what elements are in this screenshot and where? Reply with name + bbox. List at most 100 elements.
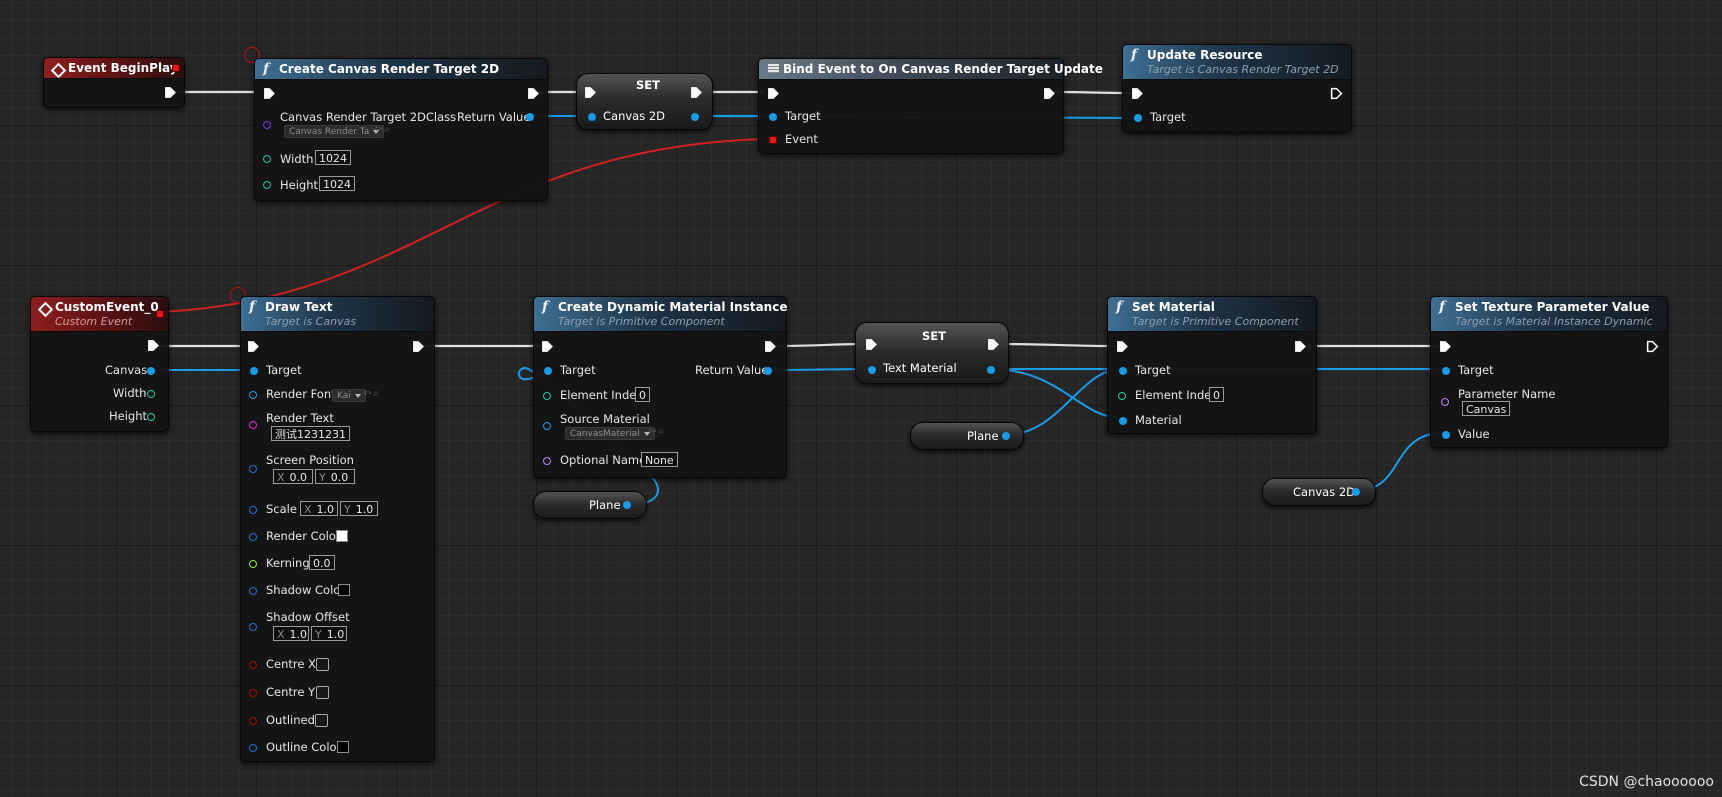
shadow-color-pin[interactable] xyxy=(249,587,257,595)
width-input[interactable]: 1024 xyxy=(315,150,351,165)
class-pin[interactable] xyxy=(263,121,271,129)
optional-name-input[interactable]: None xyxy=(641,452,678,467)
target-pin[interactable] xyxy=(250,367,258,375)
render-font-dropdown[interactable]: Kai xyxy=(332,389,366,402)
exec-out-pin-icon[interactable] xyxy=(527,87,540,100)
exec-out-pin-icon[interactable] xyxy=(987,338,1000,351)
render-color-swatch[interactable] xyxy=(336,530,348,542)
outline-color-swatch[interactable] xyxy=(337,741,349,753)
target-pin[interactable] xyxy=(769,113,777,121)
centre-y-pin[interactable] xyxy=(249,689,257,697)
outline-color-pin[interactable] xyxy=(249,744,257,752)
height-pin[interactable] xyxy=(263,181,271,189)
centre-x-checkbox[interactable] xyxy=(316,658,329,671)
optional-name-pin[interactable] xyxy=(543,457,551,465)
delegate-output-pin[interactable] xyxy=(172,64,180,72)
target-pin[interactable] xyxy=(544,367,552,375)
delegate-output-pin[interactable] xyxy=(156,310,164,318)
value-pin[interactable] xyxy=(1442,431,1450,439)
exec-in-pin-icon[interactable] xyxy=(767,87,780,100)
shadow-offset-y-input[interactable]: Y 1.0 xyxy=(311,626,347,641)
screen-position-pin[interactable] xyxy=(249,465,257,473)
class-dropdown[interactable]: Canvas Render Ta xyxy=(284,125,385,138)
node-create-canvas-render-target[interactable]: f Create Canvas Render Target 2D Canvas … xyxy=(254,58,548,201)
shadow-color-swatch[interactable] xyxy=(338,584,350,596)
browse-search-icon[interactable]: ⇦⌕ xyxy=(363,388,381,399)
width-out-pin[interactable] xyxy=(147,390,155,398)
browse-search-icon[interactable]: ⇦⌕ xyxy=(648,426,666,437)
kerning-pin[interactable] xyxy=(249,560,257,568)
scale-x-input[interactable]: X 1.0 xyxy=(300,501,338,516)
plane-out-pin[interactable] xyxy=(1002,432,1010,440)
height-input[interactable]: 1024 xyxy=(319,176,355,191)
exec-in-pin-icon[interactable] xyxy=(263,87,276,100)
node-set-canvas-2d[interactable]: SET Canvas 2D xyxy=(576,73,713,130)
render-font-pin[interactable] xyxy=(249,391,257,399)
exec-in-pin-icon[interactable] xyxy=(584,86,597,99)
exec-out-pin-icon[interactable] xyxy=(690,86,703,99)
render-text-pin[interactable] xyxy=(249,421,257,429)
element-index-input[interactable]: 0 xyxy=(635,387,650,402)
exec-in-pin-icon[interactable] xyxy=(1131,87,1144,100)
variable-plane[interactable]: Plane xyxy=(533,491,647,519)
outlined-checkbox[interactable] xyxy=(315,714,328,727)
node-set-texture-parameter-value[interactable]: f Set Texture Parameter Value Target is … xyxy=(1430,296,1668,448)
exec-in-pin-icon[interactable] xyxy=(1439,340,1452,353)
text-material-out-pin[interactable] xyxy=(987,366,995,374)
exec-in-pin-icon[interactable] xyxy=(1116,340,1129,353)
plane-out-pin[interactable] xyxy=(623,501,631,509)
scale-y-input[interactable]: Y 1.0 xyxy=(340,501,378,516)
return-value-pin[interactable] xyxy=(764,367,772,375)
centre-x-pin[interactable] xyxy=(249,661,257,669)
event-delegate-pin[interactable] xyxy=(769,136,777,144)
exec-out-pin-empty-icon[interactable] xyxy=(1646,340,1659,353)
node-update-resource[interactable]: f Update Resource Target is Canvas Rende… xyxy=(1122,44,1352,133)
variable-canvas-2d[interactable]: Canvas 2D xyxy=(1262,478,1376,506)
shadow-offset-pin[interactable] xyxy=(249,623,257,631)
element-index-pin[interactable] xyxy=(1118,392,1126,400)
height-out-pin[interactable] xyxy=(147,413,155,421)
node-create-dynamic-material-instance[interactable]: f Create Dynamic Material Instance Targe… xyxy=(533,296,787,478)
outlined-pin[interactable] xyxy=(249,717,257,725)
target-pin[interactable] xyxy=(1134,114,1142,122)
parameter-name-pin[interactable] xyxy=(1441,398,1449,406)
exec-in-pin-icon[interactable] xyxy=(541,340,554,353)
kerning-input[interactable]: 0.0 xyxy=(309,555,335,570)
exec-in-pin-icon[interactable] xyxy=(247,340,260,353)
source-material-dropdown[interactable]: CanvasMaterial xyxy=(565,427,655,440)
return-value-pin[interactable] xyxy=(526,113,534,121)
centre-y-checkbox[interactable] xyxy=(316,686,329,699)
render-color-pin[interactable] xyxy=(249,533,257,541)
screen-position-x-input[interactable]: X 0.0 xyxy=(273,469,313,484)
canvas-out-pin[interactable] xyxy=(147,367,155,375)
target-pin[interactable] xyxy=(1119,367,1127,375)
node-set-material[interactable]: f Set Material Target is Primitive Compo… xyxy=(1107,296,1317,434)
render-text-input[interactable]: 测试1231231 xyxy=(271,426,350,441)
canvas-2d-out-pin[interactable] xyxy=(1352,488,1360,496)
node-bind-event[interactable]: Bind Event to On Canvas Render Target Up… xyxy=(758,58,1103,154)
exec-out-pin-icon[interactable] xyxy=(764,340,777,353)
material-pin[interactable] xyxy=(1119,417,1127,425)
browse-search-icon[interactable]: ⇦⌕ xyxy=(374,124,392,135)
target-pin[interactable] xyxy=(1442,367,1450,375)
exec-out-pin-icon[interactable] xyxy=(1294,340,1307,353)
source-material-pin[interactable] xyxy=(543,422,551,430)
node-event-beginplay[interactable]: Event BeginPlay xyxy=(43,57,185,108)
node-set-text-material[interactable]: SET Text Material xyxy=(855,322,1009,384)
node-draw-text[interactable]: f Draw Text Target is Canvas Target Rend… xyxy=(240,296,435,762)
exec-out-pin-icon[interactable] xyxy=(412,340,425,353)
scale-pin[interactable] xyxy=(249,506,257,514)
shadow-offset-x-input[interactable]: X 1.0 xyxy=(273,626,309,641)
canvas-2d-in-pin[interactable] xyxy=(588,113,596,121)
exec-in-pin-icon[interactable] xyxy=(865,338,878,351)
element-index-input[interactable]: 0 xyxy=(1209,387,1224,402)
node-custom-event[interactable]: CustomEvent_0 Custom Event Canvas Width … xyxy=(30,296,169,432)
parameter-name-input[interactable]: Canvas xyxy=(1462,401,1511,416)
exec-out-pin-icon[interactable] xyxy=(147,339,160,352)
exec-out-pin-icon[interactable] xyxy=(164,86,177,99)
exec-out-pin-icon[interactable] xyxy=(1043,87,1056,100)
variable-plane[interactable]: Plane xyxy=(910,422,1024,450)
element-index-pin[interactable] xyxy=(543,392,551,400)
screen-position-y-input[interactable]: Y 0.0 xyxy=(315,469,355,484)
width-pin[interactable] xyxy=(263,155,271,163)
